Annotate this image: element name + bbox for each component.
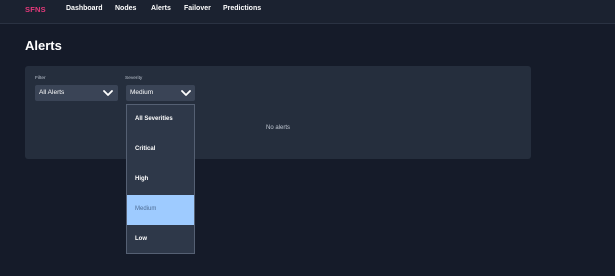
severity-dropdown-list: All Severities Critical High Medium Low	[126, 104, 195, 254]
chevron-down-icon	[181, 90, 191, 96]
filter-select-value: All Alerts	[39, 89, 65, 96]
nav-item-alerts[interactable]: Alerts	[151, 5, 171, 12]
nav-item-nodes[interactable]: Nodes	[115, 5, 136, 12]
severity-label: Severity	[125, 76, 143, 81]
nav-item-dashboard[interactable]: Dashboard	[66, 5, 103, 12]
filter-select[interactable]: All Alerts	[35, 85, 118, 101]
severity-option-all[interactable]: All Severities	[127, 105, 194, 135]
severity-option-medium[interactable]: Medium	[127, 195, 194, 225]
severity-select[interactable]: Medium	[126, 85, 195, 101]
severity-option-low[interactable]: Low	[127, 225, 194, 255]
filter-label: Filter	[35, 76, 46, 81]
empty-state-message: No alerts	[265, 125, 290, 131]
option-label: High	[135, 176, 149, 182]
nav-item-failover[interactable]: Failover	[184, 5, 211, 12]
page-title: Alerts	[25, 38, 62, 53]
option-label: Medium	[135, 206, 157, 212]
option-label: Low	[135, 236, 147, 242]
severity-option-critical[interactable]: Critical	[127, 135, 194, 165]
alerts-card: Filter All Alerts Severity Medium No ale…	[25, 66, 531, 159]
nav-item-predictions[interactable]: Predictions	[223, 5, 261, 12]
severity-select-value: Medium	[130, 89, 154, 96]
option-label: All Severities	[135, 116, 173, 122]
chevron-down-icon	[103, 90, 113, 96]
brand-logo[interactable]: SFNS	[25, 5, 46, 14]
severity-option-high[interactable]: High	[127, 165, 194, 195]
top-navigation-bar: SFNS Dashboard Nodes Alerts Failover Pre…	[0, 0, 615, 24]
option-label: Critical	[135, 146, 156, 152]
